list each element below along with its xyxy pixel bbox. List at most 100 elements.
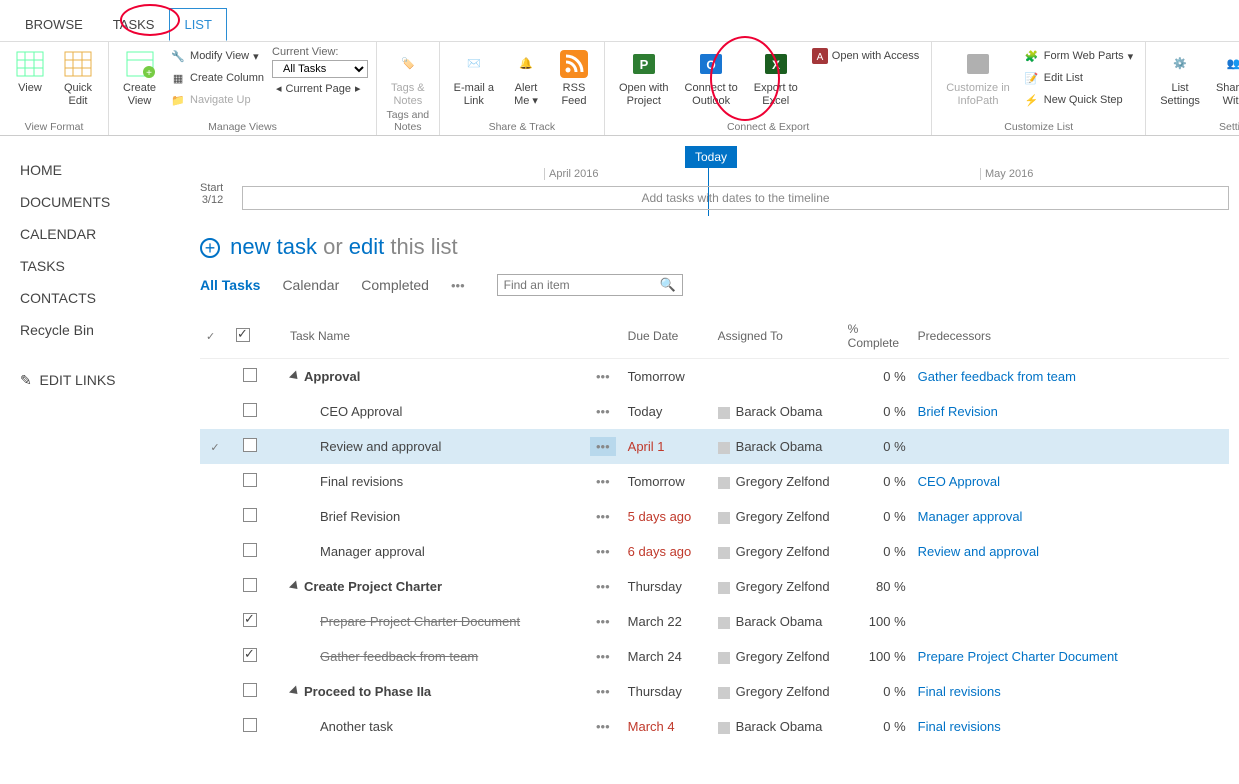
predecessor-link[interactable]: Final revisions xyxy=(918,684,1001,699)
col-complete-check[interactable]: ✓ xyxy=(200,314,230,359)
col-checkbox-all[interactable] xyxy=(230,314,270,359)
edit-list-link[interactable]: edit xyxy=(349,234,384,259)
sidebar-item-tasks[interactable]: TASKS xyxy=(20,250,200,282)
task-checkbox[interactable] xyxy=(243,648,257,662)
filter-all-tasks[interactable]: All Tasks xyxy=(200,277,260,293)
modify-view-button[interactable]: 🔧 Modify View ▾ xyxy=(166,46,268,66)
task-name[interactable]: Manager approval xyxy=(320,544,425,559)
task-name[interactable]: Gather feedback from team xyxy=(320,649,478,664)
task-menu-button[interactable]: ••• xyxy=(590,647,616,666)
task-menu-button[interactable]: ••• xyxy=(590,402,616,421)
new-quick-step-button[interactable]: ⚡ New Quick Step xyxy=(1020,90,1137,110)
task-name[interactable]: CEO Approval xyxy=(320,404,402,419)
task-checkbox[interactable] xyxy=(243,403,257,417)
table-row[interactable]: ✓Review and approval•••April 1Barack Oba… xyxy=(200,429,1229,464)
search-input[interactable] xyxy=(504,278,660,292)
email-link-button[interactable]: ✉️ E-mail a Link xyxy=(448,46,500,109)
predecessor-link[interactable]: Prepare Project Charter Document xyxy=(918,649,1118,664)
task-name[interactable]: Final revisions xyxy=(320,474,403,489)
tab-list[interactable]: LIST xyxy=(169,8,226,41)
table-row[interactable]: Brief Revision•••5 days agoGregory Zelfo… xyxy=(200,499,1229,534)
task-name[interactable]: Create Project Charter xyxy=(304,579,442,594)
task-menu-button[interactable]: ••• xyxy=(590,542,616,561)
sidebar-item-recycle-bin[interactable]: Recycle Bin xyxy=(20,314,200,346)
table-row[interactable]: Another task•••March 4Barack Obama0 %Fin… xyxy=(200,709,1229,744)
list-settings-button[interactable]: ⚙️ List Settings xyxy=(1154,46,1206,109)
sidebar-edit-links[interactable]: ✎ EDIT LINKS xyxy=(20,364,200,397)
tab-tasks[interactable]: TASKS xyxy=(98,8,170,41)
current-view-select[interactable]: All Tasks xyxy=(272,60,368,78)
filter-more-button[interactable]: ••• xyxy=(451,278,465,293)
filter-completed[interactable]: Completed xyxy=(361,277,429,293)
open-with-project-button[interactable]: P Open with Project xyxy=(613,46,675,109)
predecessor-link[interactable]: Manager approval xyxy=(918,509,1023,524)
task-checkbox[interactable] xyxy=(243,578,257,592)
table-row[interactable]: Approval•••Tomorrow0 %Gather feedback fr… xyxy=(200,359,1229,395)
navigate-up-button[interactable]: 📁 Navigate Up xyxy=(166,90,268,110)
table-row[interactable]: Proceed to Phase IIa•••ThursdayGregory Z… xyxy=(200,674,1229,709)
col-due-date[interactable]: Due Date xyxy=(622,314,712,359)
predecessor-link[interactable]: CEO Approval xyxy=(918,474,1000,489)
task-name[interactable]: Review and approval xyxy=(320,439,441,454)
table-row[interactable]: CEO Approval•••TodayBarack Obama0 %Brief… xyxy=(200,394,1229,429)
export-to-excel-button[interactable]: X Export to Excel xyxy=(748,46,804,109)
tags-notes-button[interactable]: 🏷️ Tags & Notes xyxy=(385,46,431,109)
task-name[interactable]: Approval xyxy=(304,369,360,384)
expand-toggle-icon[interactable] xyxy=(289,371,301,383)
predecessor-link[interactable]: Brief Revision xyxy=(918,404,998,419)
task-checkbox[interactable] xyxy=(243,473,257,487)
create-view-button[interactable]: + Create View xyxy=(117,46,162,109)
task-menu-button[interactable]: ••• xyxy=(590,682,616,701)
task-name[interactable]: Prepare Project Charter Document xyxy=(320,614,520,629)
open-with-access-button[interactable]: A Open with Access xyxy=(808,46,923,66)
expand-toggle-icon[interactable] xyxy=(289,581,301,593)
sidebar-item-documents[interactable]: DOCUMENTS xyxy=(20,186,200,218)
table-row[interactable]: Manager approval•••6 days agoGregory Zel… xyxy=(200,534,1229,569)
task-checkbox[interactable] xyxy=(243,368,257,382)
search-icon[interactable]: 🔍 xyxy=(659,277,675,293)
tab-browse[interactable]: BROWSE xyxy=(10,8,98,41)
task-menu-button[interactable]: ••• xyxy=(590,437,616,456)
col-task-name[interactable]: Task Name xyxy=(284,314,584,359)
plus-icon[interactable]: + xyxy=(200,238,220,258)
task-checkbox[interactable] xyxy=(243,508,257,522)
task-menu-button[interactable]: ••• xyxy=(590,472,616,491)
task-checkbox[interactable] xyxy=(243,543,257,557)
sidebar-item-contacts[interactable]: CONTACTS xyxy=(20,282,200,314)
new-task-link[interactable]: new task xyxy=(230,234,317,259)
predecessor-link[interactable]: Review and approval xyxy=(918,544,1039,559)
task-menu-button[interactable]: ••• xyxy=(590,367,616,386)
sidebar-item-home[interactable]: HOME xyxy=(20,154,200,186)
rss-feed-button[interactable]: RSS Feed xyxy=(552,46,596,109)
connect-to-outlook-button[interactable]: O Connect to Outlook xyxy=(679,46,744,109)
task-checkbox[interactable] xyxy=(243,438,257,452)
task-checkbox[interactable] xyxy=(243,613,257,627)
table-row[interactable]: Final revisions•••TomorrowGregory Zelfon… xyxy=(200,464,1229,499)
sidebar-item-calendar[interactable]: CALENDAR xyxy=(20,218,200,250)
predecessor-link[interactable]: Gather feedback from team xyxy=(918,369,1076,384)
task-name[interactable]: Another task xyxy=(320,719,393,734)
task-menu-button[interactable]: ••• xyxy=(590,612,616,631)
edit-list-button[interactable]: 📝 Edit List xyxy=(1020,68,1137,88)
shared-with-button[interactable]: 👥 Shared With xyxy=(1210,46,1239,109)
customize-infopath-button[interactable]: Customize in InfoPath xyxy=(940,46,1016,109)
page-prev-icon[interactable]: ◂ xyxy=(276,82,282,95)
col-assigned-to[interactable]: Assigned To xyxy=(712,314,842,359)
task-menu-button[interactable]: ••• xyxy=(590,577,616,596)
task-checkbox[interactable] xyxy=(243,683,257,697)
view-button[interactable]: View xyxy=(8,46,52,97)
predecessor-link[interactable]: Final revisions xyxy=(918,719,1001,734)
task-menu-button[interactable]: ••• xyxy=(590,507,616,526)
col-percent-complete[interactable]: % Complete xyxy=(842,314,912,359)
filter-calendar[interactable]: Calendar xyxy=(282,277,339,293)
task-menu-button[interactable]: ••• xyxy=(590,717,616,736)
form-web-parts-button[interactable]: 🧩 Form Web Parts ▾ xyxy=(1020,46,1137,66)
table-row[interactable]: Prepare Project Charter Document•••March… xyxy=(200,604,1229,639)
table-row[interactable]: Create Project Charter•••ThursdayGregory… xyxy=(200,569,1229,604)
create-column-button[interactable]: ▦ Create Column xyxy=(166,68,268,88)
timeline-placeholder[interactable]: Add tasks with dates to the timeline xyxy=(242,186,1229,210)
table-row[interactable]: Gather feedback from team•••March 24Greg… xyxy=(200,639,1229,674)
quick-edit-button[interactable]: Quick Edit xyxy=(56,46,100,109)
task-name[interactable]: Brief Revision xyxy=(320,509,400,524)
task-checkbox[interactable] xyxy=(243,718,257,732)
